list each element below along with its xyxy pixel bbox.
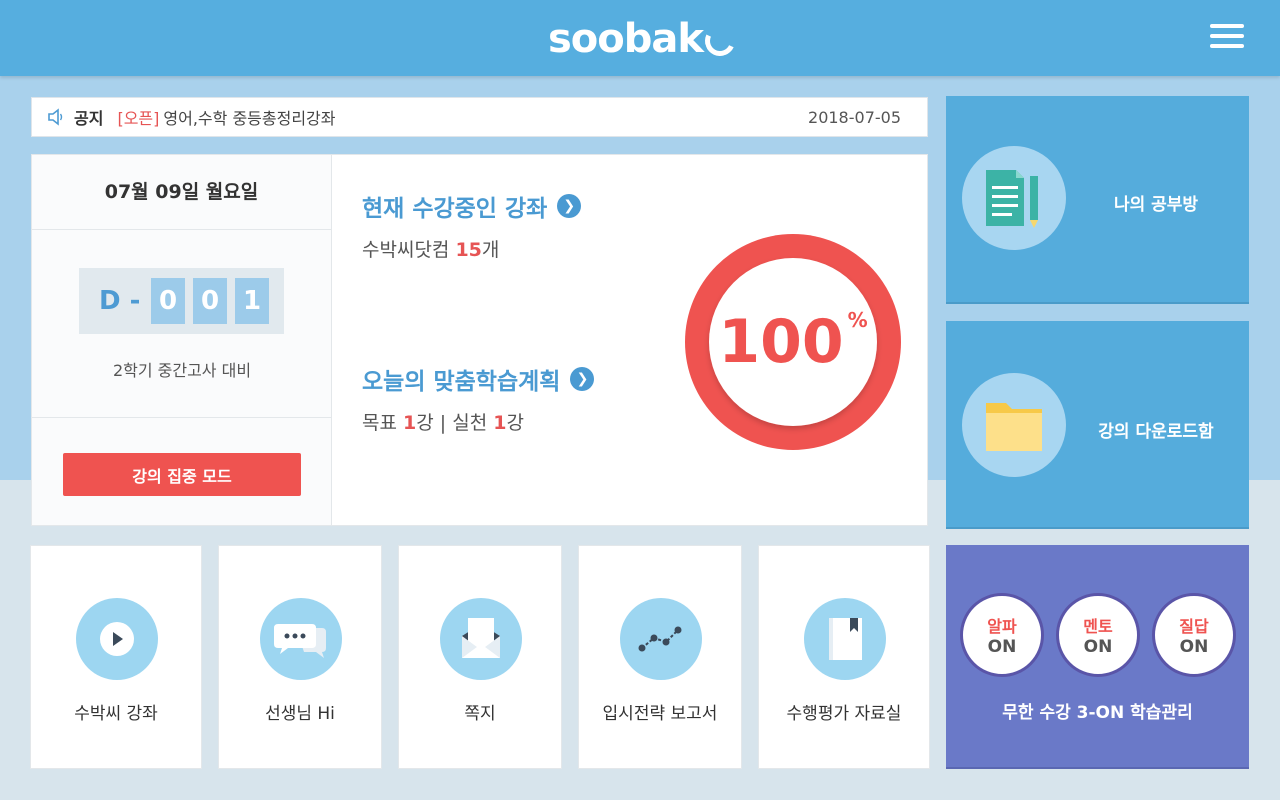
speaker-icon <box>48 108 63 126</box>
courses-count: 15 <box>455 239 482 261</box>
chat-bubbles-icon <box>260 598 342 680</box>
play-icon <box>76 598 158 680</box>
current-courses-label: 현재 수강중인 강좌 <box>362 196 548 222</box>
progress-value: 100 % <box>684 233 902 451</box>
folder-icon <box>962 373 1066 477</box>
today-plan-label: 오늘의 맞춤학습계획 <box>362 369 561 395</box>
progress-number: 100 <box>718 307 844 377</box>
notice-bar[interactable]: 공지 [오픈] 영어,수학 중등총정리강좌 2018-07-05 <box>31 97 928 137</box>
dday-panel: 07월 09일 월요일 D - 0 0 1 2학기 중간고사 대비 강의 집중 … <box>32 155 332 525</box>
notice-title[interactable]: 영어,수학 중등총정리강좌 <box>163 105 335 129</box>
alpha-on-button[interactable]: 알파 ON <box>960 593 1044 677</box>
admission-report-label: 입시전략 보고서 <box>602 704 718 724</box>
today-date: 07월 09일 월요일 <box>32 155 331 230</box>
progress-gauge: 100 % <box>684 233 902 451</box>
message-label: 쪽지 <box>464 704 496 724</box>
progress-unit: % <box>847 308 868 332</box>
header-bar: soobak <box>0 0 1280 76</box>
envelope-icon <box>440 598 522 680</box>
today-plan-stats: 목표 1강 | 실천 1강 <box>362 408 524 435</box>
lecture-download-label: 강의 다운로드함 <box>1098 422 1214 442</box>
divider <box>32 417 332 418</box>
alpha-on-label: 알파 <box>987 617 1017 636</box>
current-courses-count: 수박씨닷컴 15개 <box>362 235 499 262</box>
mentor-on-label: 멘토 <box>1083 617 1113 636</box>
today-plan-title[interactable]: 오늘의 맞춤학습계획 ❯ <box>362 362 595 396</box>
exam-label: 2학기 중간고사 대비 <box>112 361 252 380</box>
soobak-lectures-tile[interactable]: 수박씨 강좌 <box>30 545 202 769</box>
book-icon <box>804 598 886 680</box>
focus-mode-button[interactable]: 강의 집중 모드 <box>63 453 301 496</box>
plan-done-label: 실천 <box>452 412 488 434</box>
soobak-lectures-label: 수박씨 강좌 <box>74 704 158 724</box>
teacher-hi-tile[interactable]: 선생님 Hi <box>218 545 382 769</box>
lecture-download-tile[interactable]: 강의 다운로드함 <box>946 321 1249 529</box>
assessment-library-label: 수행평가 자료실 <box>786 704 902 724</box>
three-on-caption: 무한 수강 3-ON 학습관리 <box>1002 703 1193 723</box>
document-pencil-icon <box>962 146 1066 250</box>
logo-text: soobak <box>548 16 704 62</box>
chevron-right-icon[interactable]: ❯ <box>570 367 595 391</box>
three-on-tile[interactable]: 알파 ON 멘토 ON 질답 ON 무한 수강 3-ON 학습관리 <box>946 545 1249 769</box>
plan-separator: | <box>439 412 447 434</box>
admission-report-tile[interactable]: 입시전략 보고서 <box>578 545 742 769</box>
mentor-on-button[interactable]: 멘토 ON <box>1056 593 1140 677</box>
qna-on-status: ON <box>1179 637 1209 657</box>
hamburger-menu-icon[interactable] <box>1210 24 1244 52</box>
current-courses-title[interactable]: 현재 수강중인 강좌 ❯ <box>362 189 582 223</box>
message-tile[interactable]: 쪽지 <box>398 545 562 769</box>
teacher-hi-label: 선생님 Hi <box>265 704 335 724</box>
dday-digit: 1 <box>235 278 269 324</box>
assessment-library-tile[interactable]: 수행평가 자료실 <box>758 545 930 769</box>
plan-goal-label: 목표 <box>362 412 397 434</box>
plan-goal-value: 1 <box>403 412 417 434</box>
dday-digit: 0 <box>151 278 185 324</box>
plan-done-unit: 강 <box>506 412 524 434</box>
moon-icon <box>700 21 740 61</box>
plan-goal-unit: 강 <box>416 412 434 434</box>
notice-open-label: [오픈] <box>117 109 160 128</box>
chevron-right-icon[interactable]: ❯ <box>557 194 582 218</box>
dday-counter: D - 0 0 1 <box>79 268 284 334</box>
alpha-on-status: ON <box>987 637 1017 657</box>
courses-site: 수박씨닷컴 <box>362 239 450 261</box>
study-status-card: 07월 09일 월요일 D - 0 0 1 2학기 중간고사 대비 강의 집중 … <box>31 154 928 526</box>
qna-on-button[interactable]: 질답 ON <box>1152 593 1236 677</box>
dday-digit: 0 <box>193 278 227 324</box>
mentor-on-status: ON <box>1083 637 1113 657</box>
my-study-room-label: 나의 공부방 <box>1113 195 1199 215</box>
dday-prefix: D - <box>99 286 141 316</box>
logo[interactable]: soobak <box>548 14 740 64</box>
qna-on-label: 질답 <box>1179 617 1209 636</box>
my-study-room-tile[interactable]: 나의 공부방 <box>946 96 1249 304</box>
notice-tag: 공지 <box>74 109 104 128</box>
courses-count-unit: 개 <box>481 239 500 261</box>
plan-done-value: 1 <box>493 412 507 434</box>
notice-date: 2018-07-05 <box>808 107 901 127</box>
line-graph-icon <box>620 598 702 680</box>
